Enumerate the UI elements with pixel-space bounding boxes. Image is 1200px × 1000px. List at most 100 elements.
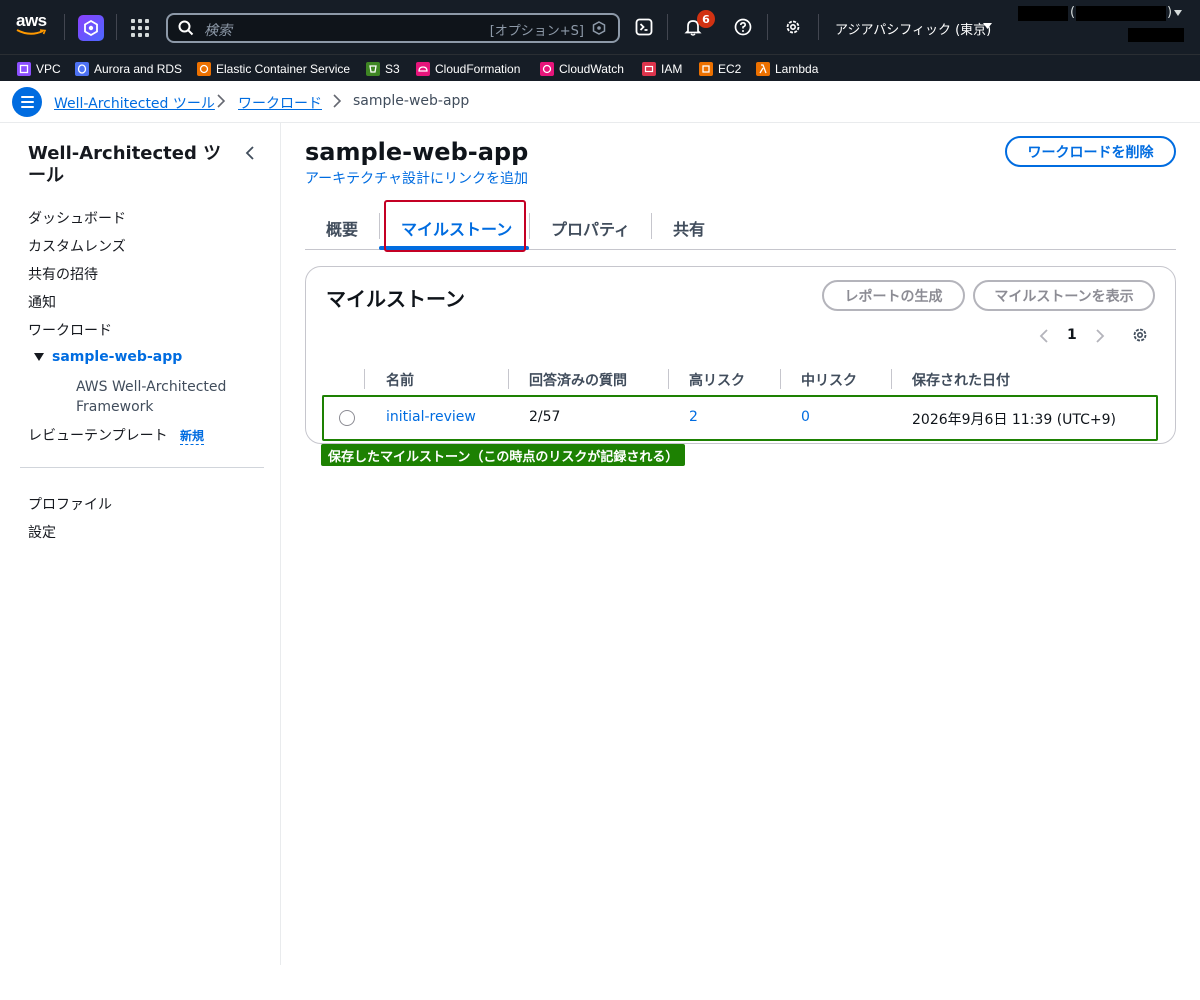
column-divider: [668, 369, 669, 389]
side-navigation: Well-Architected ツール ダッシュボード カスタムレンズ 共有の…: [0, 123, 281, 965]
sidenav-item-sample-web-app[interactable]: sample-web-app: [52, 349, 182, 365]
sidenav-item-profile[interactable]: プロファイル: [28, 494, 112, 514]
divider: [116, 14, 117, 40]
gear-icon[interactable]: [783, 17, 803, 37]
column-header-answered[interactable]: 回答済みの質問: [529, 370, 627, 390]
tab-divider: [379, 213, 380, 239]
apps-grid-icon[interactable]: [131, 19, 149, 37]
favorite-label: Elastic Container Service: [216, 61, 351, 76]
favorite-label: IAM: [661, 61, 683, 76]
lambda-icon: [756, 61, 770, 76]
account-paren: ): [1167, 5, 1173, 20]
sidenav-item-framework[interactable]: AWS Well-Architected Framework: [76, 377, 246, 417]
breadcrumb-well-architected[interactable]: Well-Architected ツール: [54, 93, 215, 113]
top-navigation: aws 検索 [オプション+S] 6 アジアパシフィック (東京) (): [0, 0, 1200, 54]
menu-icon[interactable]: [12, 87, 42, 117]
column-divider: [508, 369, 509, 389]
delete-workload-button[interactable]: ワークロードを削除: [1005, 136, 1176, 167]
q-shortcut-icon: [592, 21, 606, 35]
sidenav-item-custom-lens[interactable]: カスタムレンズ: [28, 236, 126, 256]
account-id-redacted: [1076, 6, 1166, 21]
tab-share[interactable]: 共有: [673, 216, 705, 240]
column-header-high-risk[interactable]: 高リスク: [689, 370, 745, 390]
gear-icon[interactable]: [1131, 326, 1149, 344]
column-header-saved-date[interactable]: 保存された日付: [912, 370, 1010, 390]
account-redacted[interactable]: [1018, 6, 1068, 21]
column-header-name[interactable]: 名前: [386, 370, 414, 390]
favorite-label: Aurora and RDS: [94, 61, 183, 76]
favorite-cloudwatch[interactable]: CloudWatch: [540, 60, 624, 77]
sidenav-item-share-invitations[interactable]: 共有の招待: [28, 264, 98, 284]
divider: [64, 14, 65, 40]
s3-icon: [366, 61, 380, 76]
sidenav-item-workloads[interactable]: ワークロード: [28, 320, 112, 340]
ecs-icon: [197, 61, 211, 76]
aws-logo-text: aws: [16, 11, 47, 30]
search-placeholder: 検索: [204, 23, 232, 39]
favorite-aurora-rds[interactable]: Aurora and RDS: [75, 60, 182, 77]
cloudformation-icon: [416, 61, 430, 76]
chevron-right-icon[interactable]: [1094, 328, 1106, 344]
favorite-lambda[interactable]: Lambda: [756, 60, 818, 77]
cloudwatch-icon: [540, 61, 554, 76]
page-number[interactable]: 1: [1067, 327, 1077, 343]
ec2-icon: [699, 61, 713, 76]
sidenav-item-review-templates[interactable]: レビューテンプレート: [28, 425, 168, 445]
divider: [20, 467, 264, 468]
caret-down-icon[interactable]: [983, 23, 992, 30]
notification-badge: 6: [697, 10, 715, 28]
account-role-redacted: [1128, 28, 1184, 42]
architecture-link[interactable]: アーキテクチャ設計にリンクを追加: [305, 168, 528, 188]
iam-icon: [642, 61, 656, 76]
favorite-ecs[interactable]: Elastic Container Service: [197, 60, 350, 77]
search-shortcut: [オプション+S]: [489, 24, 584, 39]
view-milestone-button[interactable]: マイルストーンを表示: [973, 280, 1155, 311]
tab-properties[interactable]: プロパティ: [551, 216, 630, 240]
sidenav-title[interactable]: Well-Architected ツール: [28, 143, 228, 187]
favorite-iam[interactable]: IAM: [642, 60, 682, 77]
tab-overview[interactable]: 概要: [326, 216, 358, 240]
sidenav-item-dashboard[interactable]: ダッシュボード: [28, 208, 126, 228]
search-icon: [178, 20, 194, 36]
favorite-ec2[interactable]: EC2: [699, 60, 741, 77]
q-icon[interactable]: [78, 15, 104, 41]
tab-highlight-box: [384, 200, 526, 252]
breadcrumb-bar: Well-Architected ツール ワークロード sample-web-a…: [0, 81, 1200, 123]
help-icon[interactable]: [733, 17, 753, 37]
cloudshell-icon[interactable]: [634, 17, 654, 37]
favorite-label: CloudFormation: [435, 61, 521, 76]
favorite-vpc[interactable]: VPC: [17, 60, 61, 77]
caret-down-icon[interactable]: [34, 353, 44, 361]
favorite-label: EC2: [718, 61, 742, 76]
breadcrumb-workload[interactable]: ワークロード: [238, 93, 322, 113]
caret-down-icon[interactable]: [1174, 10, 1182, 16]
aws-logo[interactable]: aws: [16, 12, 50, 38]
divider: [767, 14, 768, 40]
generate-report-button[interactable]: レポートの生成: [822, 280, 965, 311]
favorite-s3[interactable]: S3: [366, 60, 400, 77]
column-header-medium-risk[interactable]: 中リスク: [801, 370, 857, 390]
collapse-icon[interactable]: [244, 145, 256, 161]
sidenav-item-settings[interactable]: 設定: [28, 522, 56, 542]
account-paren: (: [1070, 5, 1076, 20]
tab-divider: [529, 213, 530, 239]
favorite-label: S3: [385, 61, 400, 76]
rds-icon: [75, 61, 89, 76]
page-title: sample-web-app: [305, 138, 529, 166]
favorite-label: VPC: [36, 61, 61, 76]
sidenav-item-notifications[interactable]: 通知: [28, 292, 56, 312]
vpc-icon: [17, 61, 31, 76]
column-divider: [780, 369, 781, 389]
annotation-label: 保存したマイルストーン（この時点のリスクが記録される）: [321, 444, 686, 466]
search-input[interactable]: 検索 [オプション+S]: [166, 13, 620, 43]
new-badge: 新規: [180, 429, 205, 445]
row-highlight-box: [322, 395, 1158, 441]
favorite-cloudformation[interactable]: CloudFormation: [416, 60, 520, 77]
favorite-label: CloudWatch: [559, 61, 624, 76]
chevron-left-icon[interactable]: [1038, 328, 1050, 344]
column-divider: [364, 369, 365, 389]
divider: [667, 14, 668, 40]
milestones-card-title: マイルストーン: [326, 287, 465, 311]
region-selector[interactable]: アジアパシフィック (東京): [835, 19, 991, 38]
aws-smile-icon: [16, 29, 47, 35]
